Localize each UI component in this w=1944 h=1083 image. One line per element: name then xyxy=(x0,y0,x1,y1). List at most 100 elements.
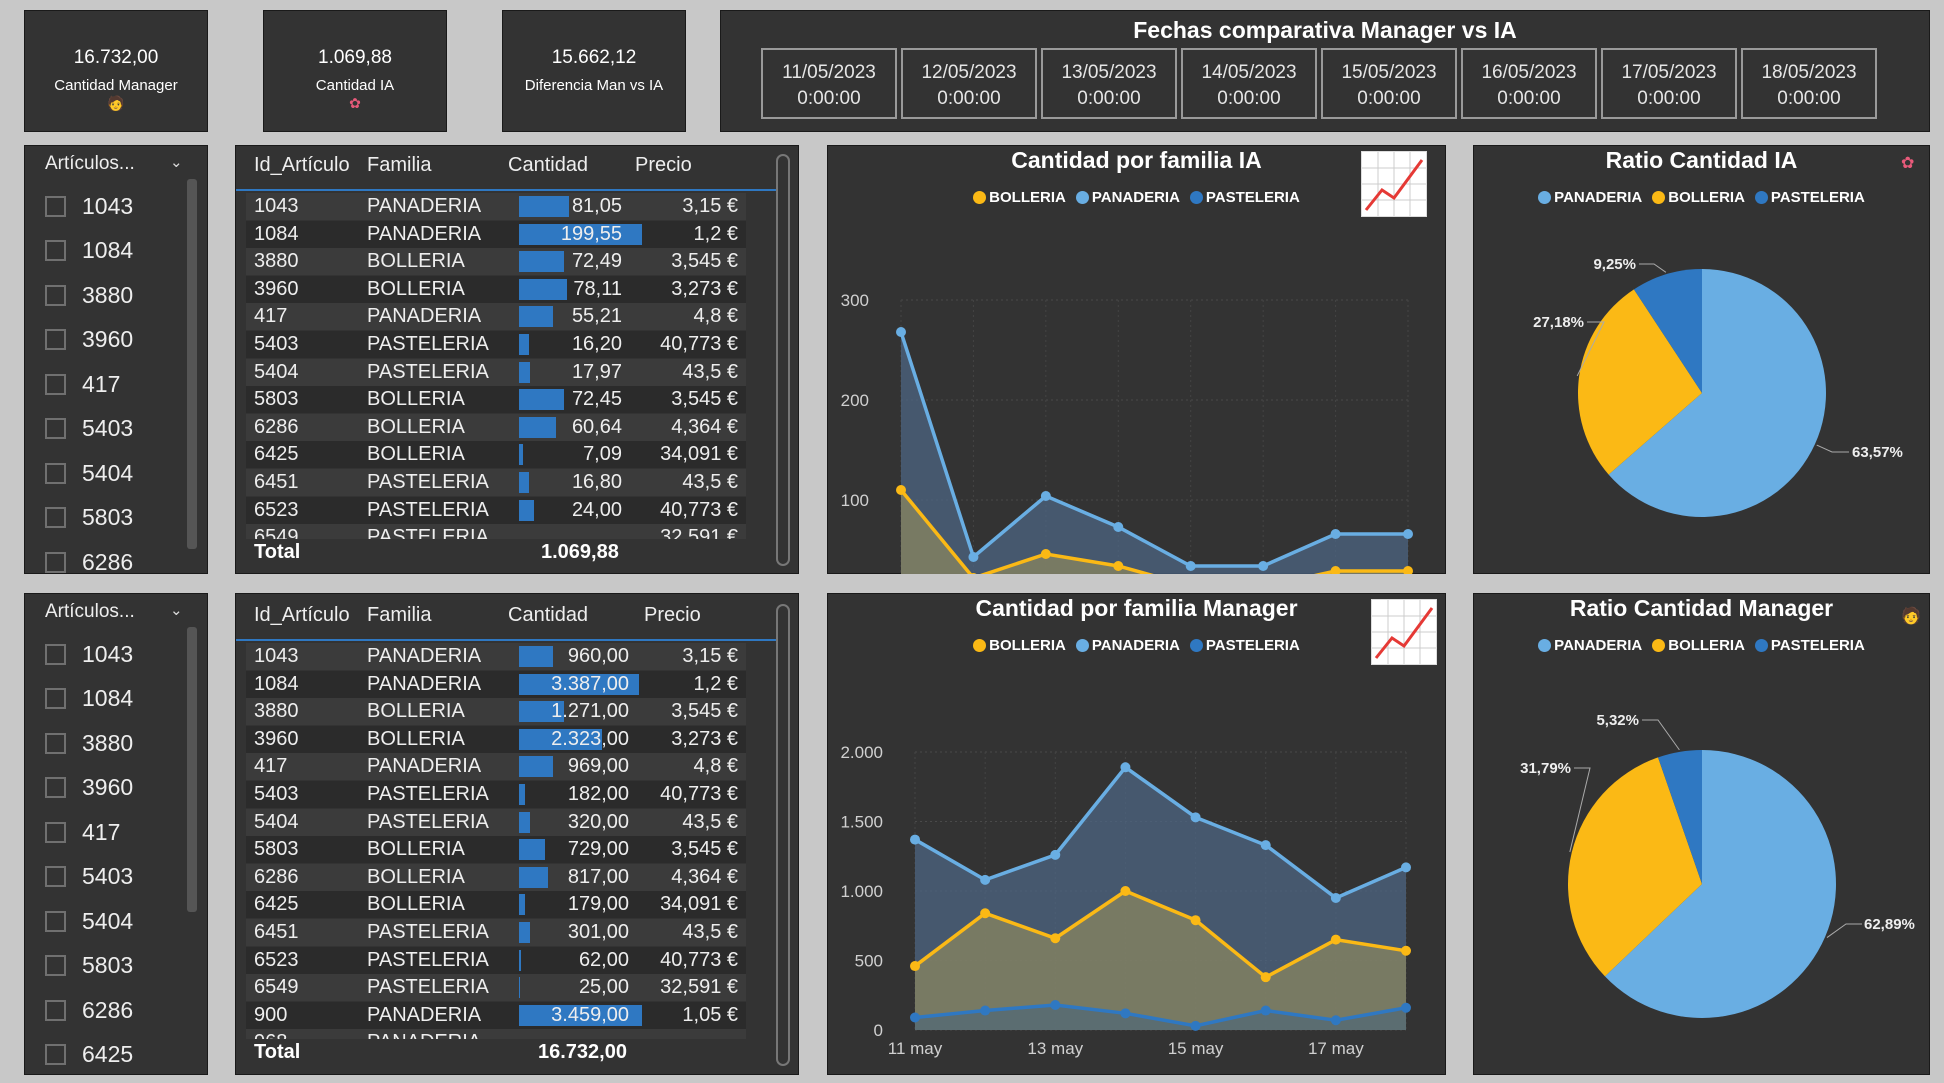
checkbox[interactable] xyxy=(45,777,66,798)
table-row[interactable]: 5404 PASTELERIA 320,00 43,5 € xyxy=(246,808,746,836)
table-row[interactable]: 6286 BOLLERIA 60,64 4,364 € xyxy=(246,413,746,441)
table-row[interactable]: 5404 PASTELERIA 17,97 43,5 € xyxy=(246,358,746,386)
checkbox[interactable] xyxy=(45,418,66,439)
checkbox[interactable] xyxy=(45,551,66,573)
checkbox[interactable] xyxy=(45,688,66,709)
col-header-cantidad[interactable]: Cantidad xyxy=(508,604,588,627)
legend-item-bolleria[interactable]: BOLLERIA xyxy=(973,637,1066,654)
slicer-item[interactable]: 5803 xyxy=(45,498,133,538)
checkbox[interactable] xyxy=(45,195,66,217)
slicer-item[interactable]: 1043 xyxy=(45,186,133,226)
table-row[interactable]: 3880 BOLLERIA 1.271,00 3,545 € xyxy=(246,698,746,726)
slicer-scrollbar[interactable] xyxy=(187,179,197,549)
checkbox[interactable] xyxy=(45,955,66,976)
table-row[interactable]: 6549 PASTELERIA 32,591 € xyxy=(246,524,746,539)
table-row[interactable]: 417 PANADERIA 969,00 4,8 € xyxy=(246,753,746,781)
table-row[interactable]: 900 PANADERIA 3.459,00 1,05 € xyxy=(246,1001,746,1029)
col-header-id[interactable]: Id_Artículo xyxy=(254,604,350,627)
table-row[interactable]: 6425 BOLLERIA 179,00 34,091 € xyxy=(246,891,746,919)
col-header-precio[interactable]: Precio xyxy=(635,154,692,177)
slicer-item[interactable]: 3960 xyxy=(45,320,133,360)
legend-item-pasteleria[interactable]: PASTELERIA xyxy=(1189,637,1300,654)
slicer-item[interactable]: 5403 xyxy=(45,857,133,897)
slicer-item[interactable]: 5404 xyxy=(45,901,133,941)
table-row[interactable]: 6549 PASTELERIA 25,00 32,591 € xyxy=(246,974,746,1002)
legend-item-bolleria[interactable]: BOLLERIA xyxy=(1652,637,1745,654)
slicer-item[interactable]: 1043 xyxy=(45,634,133,674)
table-scrollbar[interactable] xyxy=(776,604,790,1066)
slicer-item[interactable]: 1084 xyxy=(45,679,133,719)
col-header-precio[interactable]: Precio xyxy=(644,604,701,627)
table-row[interactable]: 6425 BOLLERIA 7,09 34,091 € xyxy=(246,441,746,469)
slicer-item[interactable]: 3880 xyxy=(45,275,133,315)
table-row[interactable]: 6523 PASTELERIA 62,00 40,773 € xyxy=(246,946,746,974)
table-row[interactable]: 1084 PANADERIA 199,55 1,2 € xyxy=(246,220,746,248)
date-button[interactable]: 12/05/2023 0:00:00 xyxy=(901,48,1037,119)
table-row[interactable]: 6451 PASTELERIA 301,00 43,5 € xyxy=(246,919,746,946)
checkbox[interactable] xyxy=(45,329,66,350)
slicer-item[interactable]: 3880 xyxy=(45,723,133,763)
table-row[interactable]: 1084 PANADERIA 3.387,00 1,2 € xyxy=(246,670,746,698)
slicer-item[interactable]: 6286 xyxy=(45,990,133,1030)
date-button[interactable]: 14/05/2023 0:00:00 xyxy=(1181,48,1317,119)
col-header-cantidad[interactable]: Cantidad xyxy=(508,154,588,177)
checkbox[interactable] xyxy=(45,373,66,395)
checkbox[interactable] xyxy=(45,999,66,1021)
col-header-id[interactable]: Id_Artículo xyxy=(254,154,350,177)
date-button[interactable]: 18/05/2023 0:00:00 xyxy=(1741,48,1877,119)
slicer-scrollbar[interactable] xyxy=(187,627,197,912)
date-button[interactable]: 11/05/2023 0:00:00 xyxy=(761,48,897,119)
legend-item-panaderia[interactable]: PANADERIA xyxy=(1538,189,1642,206)
legend-item-panaderia[interactable]: PANADERIA xyxy=(1538,637,1642,654)
slicer-item[interactable]: 6286 xyxy=(45,542,133,573)
date-button[interactable]: 15/05/2023 0:00:00 xyxy=(1321,48,1457,119)
checkbox[interactable] xyxy=(45,821,66,843)
checkbox[interactable] xyxy=(45,507,66,528)
table-row[interactable]: 5403 PASTELERIA 16,20 40,773 € xyxy=(246,331,746,358)
table-row[interactable]: 5403 PASTELERIA 182,00 40,773 € xyxy=(246,781,746,808)
legend-item-bolleria[interactable]: BOLLERIA xyxy=(973,189,1066,206)
table-row[interactable]: 968 PANADERIA xyxy=(246,1029,746,1039)
legend-item-pasteleria[interactable]: PASTELERIA xyxy=(1754,189,1865,206)
table-row[interactable]: 6451 PASTELERIA 16,80 43,5 € xyxy=(246,469,746,496)
table-row[interactable]: 417 PANADERIA 55,21 4,8 € xyxy=(246,303,746,331)
table-row[interactable]: 6286 BOLLERIA 817,00 4,364 € xyxy=(246,863,746,891)
checkbox[interactable] xyxy=(45,240,66,261)
date-button[interactable]: 16/05/2023 0:00:00 xyxy=(1461,48,1597,119)
checkbox[interactable] xyxy=(45,1044,66,1065)
col-header-familia[interactable]: Familia xyxy=(367,604,431,627)
table-scrollbar[interactable] xyxy=(776,154,790,566)
col-header-familia[interactable]: Familia xyxy=(367,154,431,177)
legend-item-panaderia[interactable]: PANADERIA xyxy=(1075,189,1180,206)
slicer-item[interactable]: 5403 xyxy=(45,409,133,449)
legend-item-pasteleria[interactable]: PASTELERIA xyxy=(1754,637,1865,654)
date-button[interactable]: 13/05/2023 0:00:00 xyxy=(1041,48,1177,119)
legend-item-pasteleria[interactable]: PASTELERIA xyxy=(1189,189,1300,206)
chevron-down-icon[interactable]: ⌄ xyxy=(170,601,183,619)
table-row[interactable]: 3880 BOLLERIA 72,49 3,545 € xyxy=(246,248,746,276)
table-row[interactable]: 5803 BOLLERIA 729,00 3,545 € xyxy=(246,836,746,864)
slicer-item[interactable]: 6425 xyxy=(45,1035,133,1075)
checkbox[interactable] xyxy=(45,284,66,306)
slicer-item[interactable]: 1084 xyxy=(45,231,133,271)
checkbox[interactable] xyxy=(45,732,66,754)
slicer-item[interactable]: 5803 xyxy=(45,946,133,986)
checkbox[interactable] xyxy=(45,910,66,932)
slicer-item[interactable]: 3960 xyxy=(45,768,133,808)
table-row[interactable]: 5803 BOLLERIA 72,45 3,545 € xyxy=(246,386,746,414)
table-row[interactable]: 1043 PANADERIA 81,05 3,15 € xyxy=(246,193,746,220)
table-row[interactable]: 1043 PANADERIA 960,00 3,15 € xyxy=(246,643,746,670)
slicer-item[interactable]: 417 xyxy=(45,812,120,852)
checkbox[interactable] xyxy=(45,462,66,484)
date-button[interactable]: 17/05/2023 0:00:00 xyxy=(1601,48,1737,119)
table-row[interactable]: 3960 BOLLERIA 2.323,00 3,273 € xyxy=(246,725,746,753)
chevron-down-icon[interactable]: ⌄ xyxy=(170,153,183,171)
slicer-item[interactable]: 5404 xyxy=(45,453,133,493)
checkbox[interactable] xyxy=(45,643,66,665)
table-row[interactable]: 3960 BOLLERIA 78,11 3,273 € xyxy=(246,275,746,303)
checkbox[interactable] xyxy=(45,866,66,887)
legend-item-panaderia[interactable]: PANADERIA xyxy=(1075,637,1180,654)
table-row[interactable]: 6523 PASTELERIA 24,00 40,773 € xyxy=(246,496,746,524)
legend-item-bolleria[interactable]: BOLLERIA xyxy=(1652,189,1745,206)
slicer-item[interactable]: 417 xyxy=(45,364,120,404)
